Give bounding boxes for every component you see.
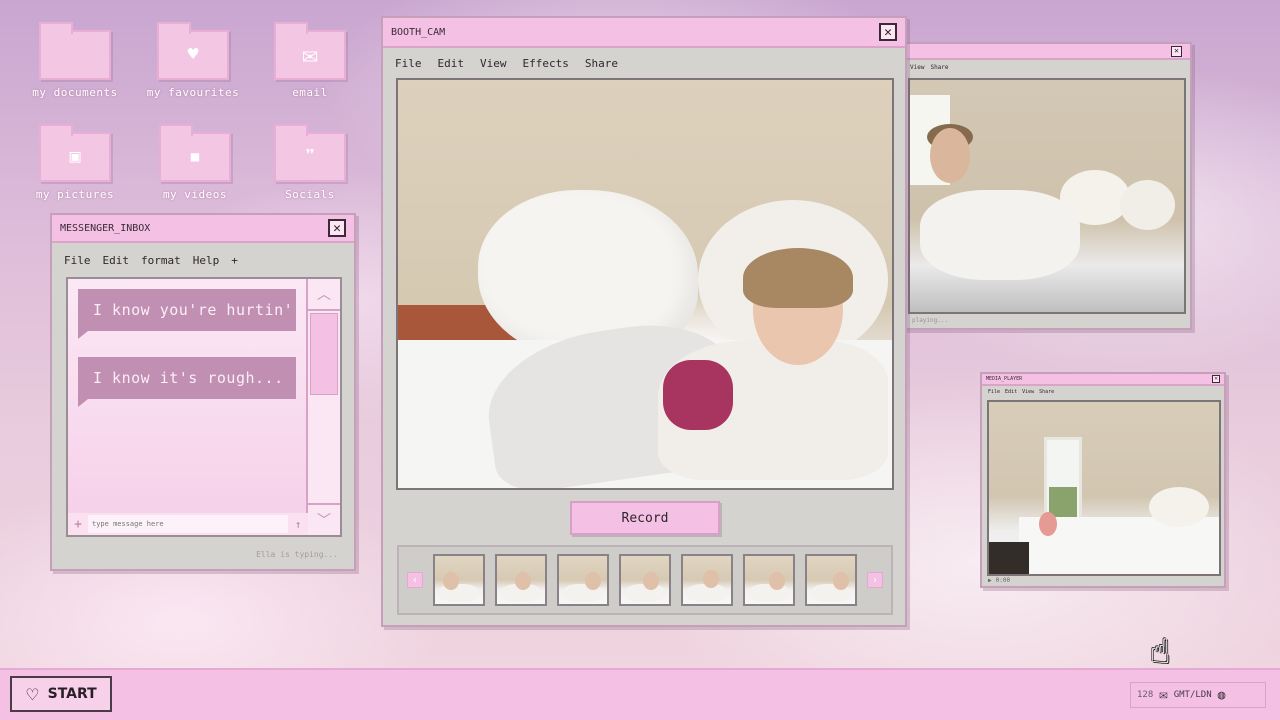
tray-count: 128 [1137,690,1154,700]
media-time: 0:00 [995,577,1011,584]
video-window[interactable]: ✕ View Share playing... [900,42,1192,330]
record-button[interactable]: Record [570,501,720,535]
photo-thumbnail[interactable] [557,554,609,606]
menu-help[interactable]: Help [193,254,220,267]
desktop-icon-label: Socials [285,188,335,201]
desktop-icon-label: my videos [162,188,228,201]
menu-edit[interactable]: Edit [103,254,130,267]
booth-cam-menubar: File Edit View Effects Share [383,48,905,78]
menu-view[interactable]: View [910,64,924,71]
video-frame [908,78,1186,314]
quote-folder-icon: ❞ [274,124,346,182]
photo-thumbnail[interactable] [681,554,733,606]
menu-edit[interactable]: Edit [438,57,465,70]
desktop-icon-my-favourites[interactable]: ♥ my favourites [143,22,243,99]
menu-edit[interactable]: Edit [1005,389,1017,395]
start-button[interactable]: ♡ START [10,676,112,712]
window-title: MEDIA_PLAYER [986,376,1023,382]
chat-panel: I know you're hurtin' I know it's rough.… [66,277,342,537]
system-tray: 128 ✉ GMT/LDN ◍ [1130,682,1266,708]
send-button[interactable]: ↑ [288,518,308,531]
desktop-icon-my-videos[interactable]: ■ my videos [145,124,245,201]
menu-effects[interactable]: Effects [523,57,569,70]
taskbar: ♡ START 128 ✉ GMT/LDN ◍ [0,668,1280,720]
thumb-next-button[interactable]: › [867,572,883,588]
video-folder-icon: ■ [159,124,231,182]
media-frame [987,400,1221,576]
chat-message: I know you're hurtin' [78,289,296,339]
desktop-icon-label: my documents [32,86,118,99]
message-input-row: + ↑ [68,513,308,535]
menu-share[interactable]: Share [585,57,618,70]
desktop-icon-label: my favourites [146,86,240,99]
heart-icon: ♡ [25,684,40,704]
heart-folder-icon: ♥ [157,22,229,80]
video-window-titlebar[interactable]: ✕ [902,44,1190,60]
menu-add[interactable]: + [231,254,238,267]
messenger-window[interactable]: MESSENGER_INBOX ✕ File Edit format Help … [50,213,356,571]
start-label: START [47,686,97,702]
window-title: MESSENGER_INBOX [60,222,151,234]
desktop-icon-email[interactable]: ✉ email [260,22,360,99]
video-status: playing... [912,317,949,324]
booth-cam-window[interactable]: BOOTH_CAM ✕ File Edit View Effects Share… [381,16,907,627]
mail-icon[interactable]: ✉ [1159,687,1167,703]
message-input[interactable] [88,515,288,533]
scroll-thumb[interactable] [310,313,338,395]
scroll-up-button[interactable]: ︿ [308,279,340,311]
messenger-titlebar[interactable]: MESSENGER_INBOX ✕ [52,215,354,243]
desktop-icon-socials[interactable]: ❞ Socials [260,124,360,201]
window-title: BOOTH_CAM [391,26,446,38]
chevron-down-icon: ﹀ [317,513,331,529]
close-icon[interactable]: ✕ [1212,375,1220,383]
play-icon[interactable]: ▶ [988,577,992,584]
close-icon[interactable]: ✕ [328,219,346,237]
booth-cam-titlebar[interactable]: BOOTH_CAM ✕ [383,18,905,48]
thumbnail-strip: ‹ › [397,545,893,615]
chat-message: I know it's rough... [78,357,296,407]
photo-thumbnail[interactable] [433,554,485,606]
photo-thumbnail[interactable] [805,554,857,606]
menu-format[interactable]: format [141,254,181,267]
messenger-menubar: File Edit format Help + [52,243,354,277]
desktop-icon-my-documents[interactable]: my documents [25,22,125,99]
camera-preview [396,78,894,490]
photo-thumbnail[interactable] [619,554,671,606]
desktop-icon-label: email [292,86,328,99]
envelope-icon: ✉ [274,22,346,80]
media-player-window[interactable]: MEDIA_PLAYER ✕ File Edit View Share ▶ 0:… [980,372,1226,588]
photo-thumbnail[interactable] [495,554,547,606]
media-player-titlebar[interactable]: MEDIA_PLAYER ✕ [982,374,1224,386]
menu-file[interactable]: File [64,254,91,267]
close-icon[interactable]: ✕ [879,23,897,41]
media-player-menubar: File Edit View Share [982,386,1224,398]
video-scene [910,80,1184,312]
thumb-prev-button[interactable]: ‹ [407,572,423,588]
folder-icon [39,22,111,80]
close-icon[interactable]: ✕ [1171,45,1182,57]
media-controls[interactable]: ▶ 0:00 [988,577,1010,584]
camera-scene [398,80,892,488]
add-attachment-button[interactable]: + [68,517,88,532]
menu-share[interactable]: Share [930,64,948,71]
video-window-menubar: View Share [902,60,1190,74]
menu-share[interactable]: Share [1039,389,1054,395]
desktop-icon-my-pictures[interactable]: ▣ my pictures [25,124,125,201]
globe-icon[interactable]: ◍ [1218,688,1226,703]
scroll-down-button[interactable]: ﹀ [308,503,340,535]
chevron-up-icon: ︿ [317,287,331,303]
scrollbar[interactable]: ︿ ﹀ [306,279,340,535]
menu-view[interactable]: View [1022,389,1034,395]
hand-cursor-icon: ☝ [1150,632,1171,672]
typing-status: Ella is typing... [256,550,338,559]
pictures-folder-icon: ▣ [39,124,111,182]
photo-thumbnail[interactable] [743,554,795,606]
record-button-label: Record [621,510,669,526]
menu-view[interactable]: View [480,57,507,70]
media-scene [989,402,1219,574]
tray-timezone: GMT/LDN [1173,690,1212,700]
menu-file[interactable]: File [395,57,422,70]
menu-file[interactable]: File [988,389,1000,395]
desktop-icon-label: my pictures [35,188,115,201]
